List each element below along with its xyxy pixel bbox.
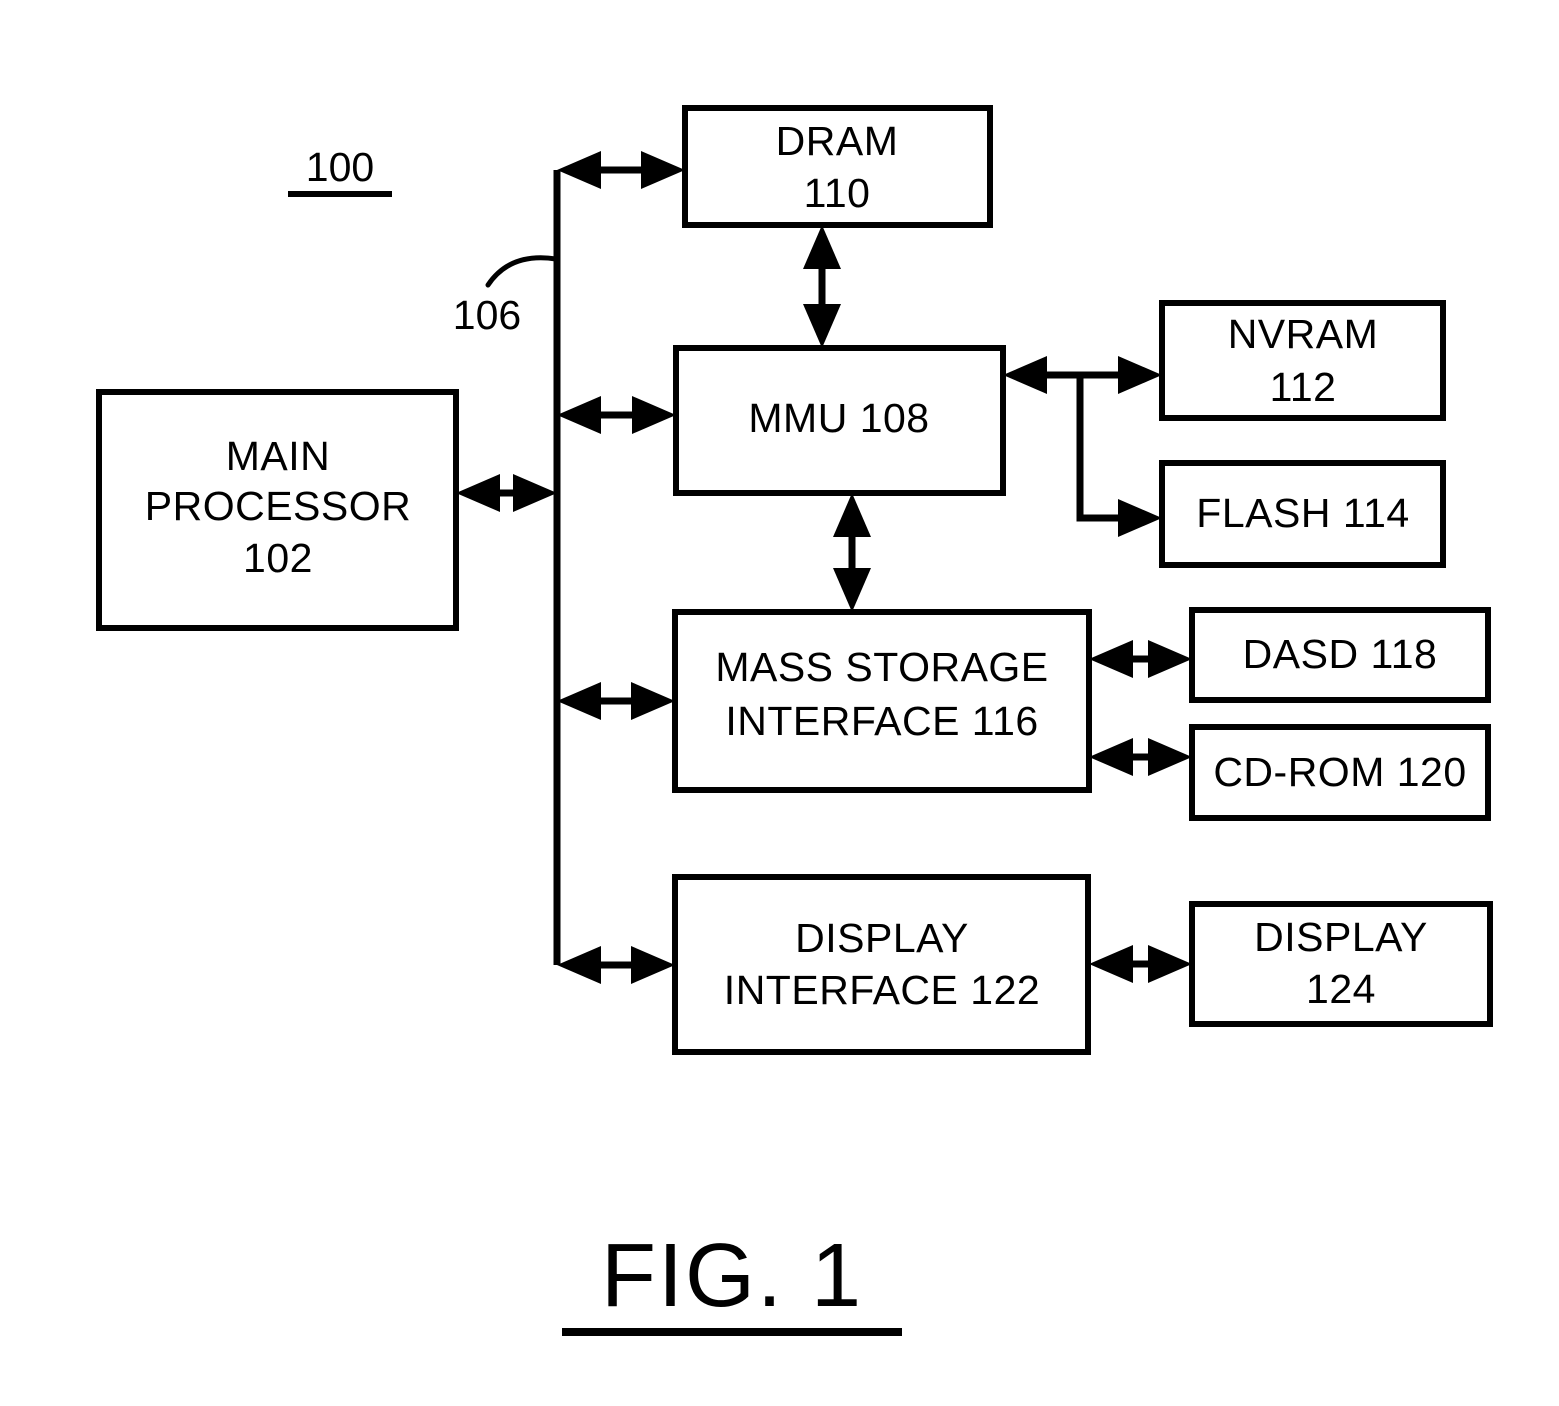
block-nvram: NVRAM 112 xyxy=(1159,300,1446,421)
system-reference-100: 100 xyxy=(288,144,392,197)
main-processor-line1: MAIN xyxy=(226,433,331,479)
main-processor-line3: 102 xyxy=(243,535,313,581)
arrow-dram-to-mmu xyxy=(803,225,841,348)
block-cdrom: CD-ROM 120 xyxy=(1189,724,1491,821)
arrow-bus-to-mmu xyxy=(557,396,676,434)
arrow-mmu-to-flash xyxy=(1076,375,1162,537)
bus-ref-label: 106 xyxy=(453,292,521,338)
nvram-line2: 112 xyxy=(1270,364,1337,410)
dram-line2: 110 xyxy=(804,170,871,216)
block-display: DISPLAY 124 xyxy=(1189,901,1493,1027)
dasd-line1: DASD 118 xyxy=(1243,631,1438,677)
arrow-mass-storage-to-cdrom xyxy=(1089,738,1192,776)
display-interface-box xyxy=(672,874,1091,1055)
patent-figure-1: 100 106 MAIN PROCESSOR 102 DRAM 110 MMU … xyxy=(0,0,1559,1406)
system-bus-106: 106 xyxy=(453,170,561,965)
flash-line1: FLASH 114 xyxy=(1196,490,1409,536)
arrow-bus-to-dram xyxy=(557,151,685,189)
figure-caption: FIG. 1 xyxy=(562,1226,902,1336)
system-ref-label: 100 xyxy=(306,144,374,190)
display-interface-line1: DISPLAY xyxy=(795,915,969,961)
nvram-line1: NVRAM xyxy=(1228,311,1379,357)
arrow-bus-to-mass-storage xyxy=(557,682,675,720)
mass-storage-line1: MASS STORAGE xyxy=(715,644,1048,690)
block-main-processor: MAIN PROCESSOR 102 xyxy=(96,389,459,631)
figure-caption-label: FIG. 1 xyxy=(601,1226,863,1326)
block-mass-storage-interface: MASS STORAGE INTERFACE 116 xyxy=(672,609,1092,793)
mmu-line1: MMU 108 xyxy=(748,395,929,441)
block-mmu: MMU 108 xyxy=(673,345,1006,496)
mass-storage-line2: INTERFACE 116 xyxy=(725,698,1038,744)
arrow-display-interface-to-display xyxy=(1089,945,1192,983)
block-dram: DRAM 110 xyxy=(682,105,993,228)
display-interface-line2: INTERFACE 122 xyxy=(724,967,1040,1013)
cdrom-line1: CD-ROM 120 xyxy=(1213,749,1466,795)
block-dasd: DASD 118 xyxy=(1189,607,1491,703)
dram-line1: DRAM xyxy=(776,118,899,164)
block-diagram-canvas: 100 106 MAIN PROCESSOR 102 DRAM 110 MMU … xyxy=(96,105,1493,1336)
block-flash: FLASH 114 xyxy=(1159,460,1446,568)
bus-ref-leader-line xyxy=(485,255,559,288)
main-processor-line2: PROCESSOR xyxy=(145,483,412,529)
arrow-processor-to-bus xyxy=(456,474,557,512)
arrow-bus-to-display-interface xyxy=(557,946,675,984)
display-line2: 124 xyxy=(1306,966,1376,1012)
display-line1: DISPLAY xyxy=(1254,914,1428,960)
arrow-mmu-to-mass-storage xyxy=(833,493,871,612)
arrow-mass-storage-to-dasd xyxy=(1089,640,1192,678)
block-display-interface: DISPLAY INTERFACE 122 xyxy=(672,874,1091,1055)
